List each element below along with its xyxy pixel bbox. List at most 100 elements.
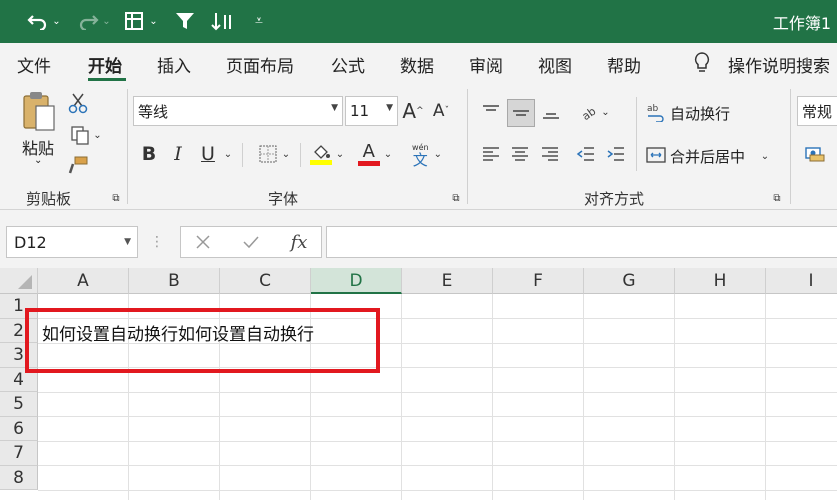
italic-button[interactable]: I [168, 141, 188, 167]
align-right-icon[interactable] [538, 141, 562, 167]
number-format-select[interactable]: 常规 [797, 96, 837, 126]
tab-view[interactable]: 视图 [538, 52, 572, 77]
tab-data[interactable]: 数据 [400, 52, 434, 77]
column-header-i[interactable]: I [766, 268, 837, 294]
chevron-down-icon[interactable]: ⌄ [34, 155, 42, 166]
more-options-icon[interactable]: ⋮ [150, 232, 164, 252]
clipboard-group-label: 剪贴板 [26, 190, 72, 208]
group-separator [790, 89, 791, 204]
fill-color-icon [309, 144, 332, 165]
row-header-8[interactable]: 8 [0, 465, 38, 490]
dialog-launcher-icon[interactable]: ⧉ [109, 191, 123, 205]
customize-quick-access-button[interactable]: ⩡ [250, 8, 268, 34]
paste-icon[interactable] [18, 89, 62, 135]
chevron-down-icon: ⌄ [601, 106, 610, 118]
tab-formulas[interactable]: 公式 [331, 52, 365, 77]
formula-buttons: fx [180, 226, 322, 258]
decrease-indent-icon[interactable] [574, 141, 598, 167]
cancel-icon[interactable] [191, 230, 215, 254]
dropdown-arrow-icon: ▼ [124, 237, 131, 247]
chevron-down-icon[interactable]: ⌄ [222, 143, 234, 165]
merge-center-icon [646, 143, 666, 167]
chevron-down-icon[interactable]: ⌄ [758, 145, 772, 167]
workbook-title: 工作簿1 [772, 14, 831, 33]
divider [300, 143, 301, 167]
column-header-g[interactable]: G [584, 268, 675, 294]
borders-button[interactable]: ⌄ [252, 141, 296, 167]
filter-button[interactable] [172, 8, 198, 34]
align-bottom-icon[interactable] [538, 99, 564, 125]
number-format-value: 常规 [802, 102, 833, 121]
tab-file[interactable]: 文件 [17, 52, 51, 77]
undo-button[interactable]: ⌄ [24, 8, 64, 34]
redo-button[interactable]: ⌄ [74, 8, 114, 34]
chevron-down-icon: ⌄ [281, 148, 291, 160]
font-color-button[interactable]: A ⌄ [354, 139, 396, 169]
copy-button[interactable]: ⌄ [66, 123, 106, 147]
font-name-value: 等线 [138, 102, 169, 121]
bold-button[interactable]: B [139, 141, 159, 167]
tell-me-search[interactable]: 操作说明搜索 [728, 52, 830, 77]
spreadsheet-grid: A B C D E F G H I 1 2 3 4 5 6 7 8 如何设置自动… [0, 268, 837, 500]
row-header-7[interactable]: 7 [0, 441, 38, 466]
column-header-a[interactable]: A [38, 268, 129, 294]
format-painter-icon[interactable] [66, 153, 90, 177]
dialog-launcher-icon[interactable]: ⧉ [770, 191, 784, 205]
ribbon-tabs: 文件 开始 插入 页面布局 公式 数据 审阅 视图 帮助 操作说明搜索 [0, 43, 837, 83]
accounting-format-icon[interactable] [800, 141, 832, 167]
tab-help[interactable]: 帮助 [607, 52, 641, 77]
row-header-6[interactable]: 6 [0, 416, 38, 441]
chevron-down-icon: ⌄ [335, 148, 345, 160]
column-header-h[interactable]: H [675, 268, 766, 294]
gridline [38, 440, 837, 442]
gridline [38, 391, 837, 393]
phonetic-guide-button[interactable]: wén 文 ⌄ [404, 139, 450, 169]
dropdown-icon: ⩡ [255, 13, 263, 29]
ribbon: 粘贴 ⌄ ⌄ 剪贴板 ⧉ 等线 ▼ 11 ▼ A ^ Aˇ B I U ⌄ ⌄ ⌄ [0, 83, 837, 210]
divider [242, 143, 243, 167]
wrap-text-button[interactable]: 自动换行 [670, 103, 730, 124]
tab-page-layout[interactable]: 页面布局 [226, 52, 294, 77]
column-header-b[interactable]: B [129, 268, 220, 294]
increase-indent-icon[interactable] [604, 141, 628, 167]
lightbulb-icon [690, 51, 714, 75]
chevron-down-icon: ⌄ [383, 148, 393, 160]
gridline [38, 465, 837, 466]
merge-center-button[interactable]: 合并后居中 [670, 146, 745, 167]
name-box[interactable]: D12 ▼ [6, 226, 138, 258]
cut-icon[interactable] [66, 91, 90, 115]
name-box-value: D12 [14, 233, 47, 252]
svg-text:ab: ab [647, 104, 659, 114]
form-button[interactable]: ⌄ [120, 8, 162, 34]
align-top-icon[interactable] [478, 99, 504, 125]
select-all-icon [18, 275, 32, 289]
dialog-launcher-icon[interactable]: ⧉ [449, 191, 463, 205]
select-all-button[interactable] [0, 268, 38, 294]
column-header-d[interactable]: D [311, 268, 402, 294]
column-header-c[interactable]: C [220, 268, 311, 294]
chevron-down-icon: ⌄ [433, 148, 442, 160]
decrease-font-size-icon[interactable]: Aˇ [430, 98, 452, 124]
formula-input[interactable] [326, 226, 837, 258]
fill-color-button[interactable]: ⌄ [306, 139, 348, 169]
increase-font-size-icon[interactable]: A ^ [402, 98, 424, 124]
tab-review[interactable]: 审阅 [469, 52, 503, 77]
font-name-select[interactable]: 等线 ▼ [133, 96, 343, 126]
insert-function-button[interactable]: fx [285, 229, 313, 255]
column-header-f[interactable]: F [493, 268, 584, 294]
chevron-down-icon: ⌄ [52, 15, 61, 27]
tab-insert[interactable]: 插入 [157, 52, 191, 77]
divider [636, 97, 637, 171]
sort-button[interactable] [208, 8, 238, 34]
font-size-select[interactable]: 11 ▼ [345, 96, 398, 126]
gridline [38, 489, 837, 491]
align-middle-icon[interactable] [507, 99, 535, 127]
align-left-icon[interactable] [479, 141, 503, 167]
enter-icon[interactable] [239, 230, 263, 254]
column-header-e[interactable]: E [402, 268, 493, 294]
orientation-button[interactable]: ab ⌄ [578, 99, 612, 125]
row-header-5[interactable]: 5 [0, 392, 38, 417]
align-center-icon[interactable] [508, 141, 532, 167]
tab-home[interactable]: 开始 [88, 52, 122, 77]
underline-button[interactable]: U [197, 141, 219, 167]
